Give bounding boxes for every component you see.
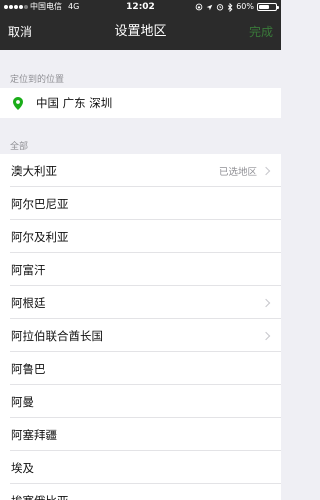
region-row[interactable]: 澳大利亚 已选地区 [0, 154, 281, 187]
status-bar: 中国电信 4G 12:02 60% [0, 0, 281, 14]
status-right: 60% [195, 0, 279, 14]
page-title: 设置地区 [114, 24, 167, 39]
region-name: 埃塞俄比亚 [11, 493, 69, 500]
current-location-row[interactable]: 中国 广东 深圳 [0, 88, 281, 118]
orientation-lock-icon [195, 3, 203, 11]
battery-percent-label: 60% [236, 2, 254, 11]
region-row[interactable]: 阿拉伯联合酋长国 [0, 319, 281, 352]
all-section-header: 全部 [10, 142, 29, 152]
region-row[interactable]: 阿尔及利亚 [0, 220, 281, 253]
region-row[interactable]: 阿富汗 [0, 253, 281, 286]
region-row[interactable]: 阿塞拜疆 [0, 418, 281, 451]
battery-level-fill [259, 5, 269, 9]
location-pin-icon [13, 96, 23, 110]
current-location-label: 中国 广东 深圳 [36, 96, 113, 110]
region-row[interactable]: 阿曼 [0, 385, 281, 418]
chevron-right-icon [261, 166, 271, 175]
row-accessory [261, 286, 271, 319]
navigation-bar: 取消 设置地区 完成 [0, 14, 281, 50]
region-name: 澳大利亚 [11, 163, 57, 178]
cancel-button[interactable]: 取消 [8, 14, 32, 50]
region-list: 澳大利亚 已选地区阿尔巴尼亚阿尔及利亚阿富汗阿根廷阿拉伯联合酋长国 阿鲁巴阿曼阿塞拜… [0, 154, 281, 500]
location-section-header: 定位到的位置 [10, 75, 65, 85]
row-accessory [261, 319, 271, 352]
battery-icon [257, 3, 279, 11]
chevron-right-icon [261, 331, 271, 340]
region-name: 阿拉伯联合酋长国 [11, 328, 103, 343]
alarm-icon [217, 4, 224, 11]
region-name: 阿塞拜疆 [11, 427, 57, 442]
row-accessory: 已选地区 [219, 154, 271, 187]
selected-region-badge: 已选地区 [218, 166, 257, 178]
region-name: 阿鲁巴 [11, 361, 46, 376]
chevron-right-icon [261, 298, 271, 307]
location-arrow-icon [206, 4, 213, 10]
region-name: 阿尔巴尼亚 [11, 196, 69, 211]
region-row[interactable]: 埃及 [0, 451, 281, 484]
region-name: 阿曼 [11, 394, 34, 409]
region-name: 埃及 [11, 460, 34, 475]
done-button[interactable]: 完成 [249, 14, 273, 50]
screen: 中国电信 4G 12:02 60% 取消 设置地区 完成 定位到的位置 中国 广… [0, 0, 281, 500]
bluetooth-icon [228, 2, 233, 12]
region-row[interactable]: 阿尔巴尼亚 [0, 187, 281, 220]
region-name: 阿根廷 [11, 295, 46, 310]
region-row[interactable]: 阿鲁巴 [0, 352, 281, 385]
region-name: 阿富汗 [11, 262, 46, 277]
region-row[interactable]: 阿根廷 [0, 286, 281, 319]
region-name: 阿尔及利亚 [11, 229, 69, 244]
region-row[interactable]: 埃塞俄比亚 [0, 484, 281, 500]
